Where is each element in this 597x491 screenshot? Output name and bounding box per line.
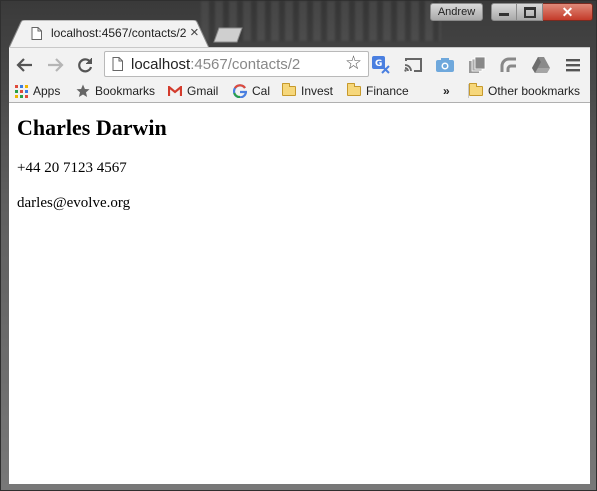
contact-name-heading: Charles Darwin xyxy=(17,115,167,140)
stacked-pages-extension-icon[interactable] xyxy=(466,54,488,76)
bookmark-label: Cal xyxy=(252,84,271,98)
minimize-button[interactable] xyxy=(491,3,517,21)
translate-extension-icon[interactable]: G xyxy=(370,54,392,76)
star-icon xyxy=(76,84,90,98)
contact-email: darles@evolve.org xyxy=(17,195,131,211)
bookmark-apps[interactable]: Apps xyxy=(15,83,60,99)
reload-icon[interactable] xyxy=(74,54,96,76)
bookmark-folder-finance[interactable]: Finance xyxy=(347,83,409,99)
feed-extension-icon[interactable] xyxy=(498,54,520,76)
new-tab-button[interactable] xyxy=(212,27,244,43)
bookmark-folder-invest[interactable]: Invest xyxy=(282,83,333,99)
menu-icon[interactable] xyxy=(562,54,584,76)
browser-toolbar: localhost:4567/contacts/2 ☆ G xyxy=(9,47,590,81)
forward-icon[interactable] xyxy=(44,54,66,76)
google-icon xyxy=(233,84,247,98)
google-drive-icon[interactable] xyxy=(530,54,552,76)
browser-window: Andrew ✕ localhost:4567/contacts/2 × loc… xyxy=(0,0,597,491)
url-path: :4567/contacts/2 xyxy=(190,56,301,73)
close-icon: ✕ xyxy=(561,4,574,20)
folder-icon xyxy=(347,83,361,96)
tab-close-icon[interactable]: × xyxy=(190,24,199,41)
url-host: localhost xyxy=(131,56,191,73)
bookmark-label: Gmail xyxy=(187,84,219,98)
apps-grid-icon xyxy=(15,84,28,98)
page-info-icon[interactable] xyxy=(112,57,123,76)
bookmark-bookmarks[interactable]: Bookmarks xyxy=(76,83,155,99)
svg-text:G: G xyxy=(375,59,382,69)
bookmarks-overflow-chevron[interactable]: » xyxy=(443,83,450,99)
bookmark-label: Apps xyxy=(33,84,61,98)
tab-active[interactable]: localhost:4567/contacts/2 × xyxy=(9,20,209,48)
minimize-icon xyxy=(499,13,509,16)
close-window-button[interactable]: ✕ xyxy=(543,3,593,21)
bookmark-folder-other[interactable]: Other bookmarks xyxy=(469,83,580,99)
maximize-button[interactable] xyxy=(517,3,543,21)
bookmark-star-icon[interactable]: ☆ xyxy=(345,54,362,73)
page-icon xyxy=(31,27,42,45)
bookmarks-bar: Apps Bookmarks Gmail Cal Invest Finance … xyxy=(9,80,590,103)
bookmark-label: Invest xyxy=(301,84,334,98)
page-content: Charles Darwin +44 20 7123 4567 darles@e… xyxy=(9,103,590,484)
url-text[interactable]: localhost:4567/contacts/2 xyxy=(131,56,300,73)
folder-icon xyxy=(469,83,483,96)
address-bar[interactable]: localhost:4567/contacts/2 ☆ xyxy=(104,51,369,77)
bookmark-label: Bookmarks xyxy=(95,84,156,98)
folder-icon xyxy=(282,83,296,96)
bookmark-label: Other bookmarks xyxy=(488,84,581,98)
bookmark-label: Finance xyxy=(366,84,409,98)
bookmark-cal[interactable]: Cal xyxy=(233,83,270,99)
cast-icon[interactable] xyxy=(402,54,424,76)
screenshot-camera-icon[interactable] xyxy=(434,54,456,76)
tab-title: localhost:4567/contacts/2 xyxy=(51,26,187,40)
maximize-icon xyxy=(523,6,536,18)
bookmark-gmail[interactable]: Gmail xyxy=(168,83,218,99)
profile-button[interactable]: Andrew xyxy=(430,3,483,21)
gmail-icon xyxy=(168,85,182,97)
contact-phone: +44 20 7123 4567 xyxy=(17,160,127,176)
back-icon[interactable] xyxy=(14,54,36,76)
